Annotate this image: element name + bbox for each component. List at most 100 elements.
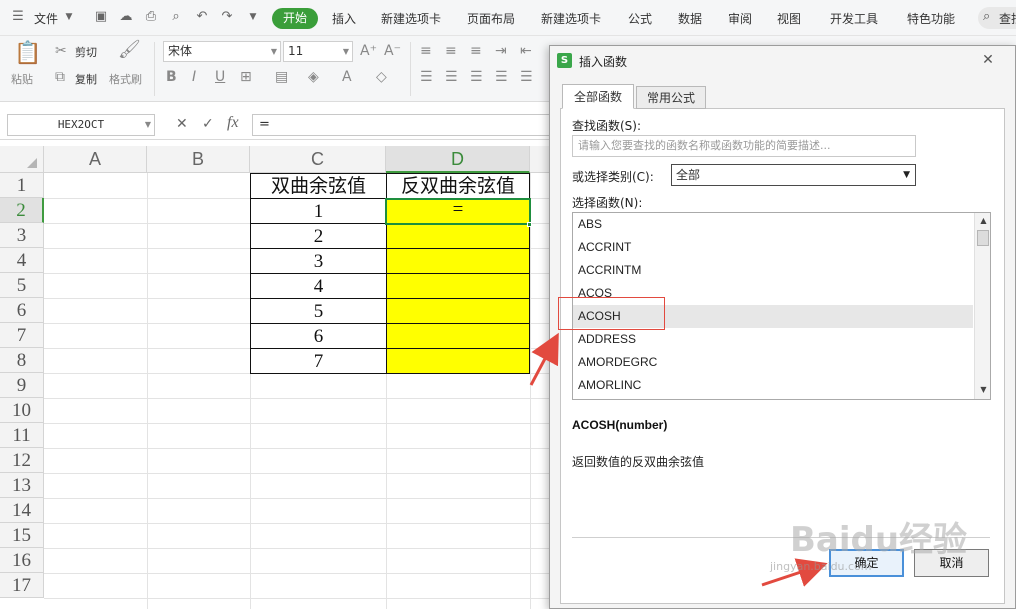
row-header[interactable]: 14: [0, 498, 44, 523]
cell-d4[interactable]: [386, 248, 530, 274]
border-icon[interactable]: ⊞: [240, 69, 252, 85]
fill-color-icon[interactable]: ◈: [308, 69, 319, 85]
font-color-icon[interactable]: A: [342, 69, 352, 85]
cell-c4[interactable]: 3: [250, 248, 387, 274]
tab-data[interactable]: 数据: [678, 10, 702, 27]
tab-new-2[interactable]: 新建选项卡: [541, 10, 601, 27]
tab-new-1[interactable]: 新建选项卡: [381, 10, 441, 27]
hamburger-menu-icon[interactable]: ☰: [10, 9, 26, 25]
row-header[interactable]: 15: [0, 523, 44, 548]
font-name-select[interactable]: 宋体 ▼: [163, 41, 281, 62]
redo-icon[interactable]: ↷: [219, 9, 235, 25]
align-left-icon[interactable]: ☰: [420, 69, 433, 85]
menu-file[interactable]: 文件: [34, 10, 58, 27]
scroll-up-icon[interactable]: ▲: [975, 216, 990, 225]
align-middle-icon[interactable]: ≡: [445, 43, 457, 59]
align-center-icon[interactable]: ☰: [445, 69, 458, 85]
cell-c7[interactable]: 6: [250, 323, 387, 349]
distribute-icon[interactable]: ☰: [520, 69, 533, 85]
row-header[interactable]: 7: [0, 323, 44, 348]
font-shrink-icon[interactable]: A⁻: [384, 43, 401, 59]
cell-d8[interactable]: [386, 348, 530, 374]
align-top-icon[interactable]: ≡: [420, 43, 432, 59]
row-header[interactable]: 17: [0, 573, 44, 598]
align-right-icon[interactable]: ☰: [470, 69, 483, 85]
print-preview-icon[interactable]: ⌕: [168, 9, 184, 25]
name-box[interactable]: HEX2OCT ▼: [7, 114, 155, 136]
row-header[interactable]: 8: [0, 348, 44, 373]
function-item-amorlinc[interactable]: AMORLINC: [573, 374, 973, 397]
cell-c1[interactable]: 双曲余弦值: [250, 173, 387, 199]
print-icon[interactable]: ⎙: [143, 9, 159, 25]
copy-icon[interactable]: ⧉: [55, 69, 65, 85]
indent-icon[interactable]: ⇥: [495, 43, 507, 59]
row-header[interactable]: 2: [0, 198, 44, 223]
cloud-icon[interactable]: ☁: [118, 9, 134, 25]
row-header[interactable]: 1: [0, 173, 44, 198]
cell-c2[interactable]: 1: [250, 198, 387, 224]
tab-page-layout[interactable]: 页面布局: [467, 10, 515, 27]
tab-review[interactable]: 审阅: [728, 10, 752, 27]
dialog-titlebar[interactable]: S 插入函数 ✕: [550, 46, 1015, 76]
tab-common-formulas[interactable]: 常用公式: [636, 86, 706, 109]
cell-d7[interactable]: [386, 323, 530, 349]
row-header[interactable]: 9: [0, 373, 44, 398]
cell-c6[interactable]: 5: [250, 298, 387, 324]
cell-d1[interactable]: 反双曲余弦值: [386, 173, 530, 199]
row-header[interactable]: 11: [0, 423, 44, 448]
save-icon[interactable]: ▣: [93, 9, 109, 25]
function-item-accrintm[interactable]: ACCRINTM: [573, 259, 973, 282]
copy-label[interactable]: 复制: [75, 71, 97, 87]
cut-label[interactable]: 剪切: [75, 44, 97, 60]
cell-c3[interactable]: 2: [250, 223, 387, 249]
cell-d6[interactable]: [386, 298, 530, 324]
function-item-address[interactable]: ADDRESS: [573, 328, 973, 351]
function-search-input[interactable]: 请输入您要查找的函数名称或函数功能的简要描述...: [572, 135, 916, 157]
format-painter-icon[interactable]: 🖌: [118, 41, 141, 59]
row-header[interactable]: 16: [0, 548, 44, 573]
outdent-icon[interactable]: ⇤: [520, 43, 532, 59]
column-header-c[interactable]: C: [250, 146, 386, 173]
formula-input[interactable]: =: [252, 114, 552, 136]
underline-icon[interactable]: U: [215, 69, 225, 85]
tab-special[interactable]: 特色功能: [907, 10, 955, 27]
row-header[interactable]: 13: [0, 473, 44, 498]
row-header[interactable]: 6: [0, 298, 44, 323]
cell-c5[interactable]: 4: [250, 273, 387, 299]
undo-icon[interactable]: ↶: [194, 9, 210, 25]
cell-c8[interactable]: 7: [250, 348, 387, 374]
tab-view[interactable]: 视图: [777, 10, 801, 27]
format-painter-label[interactable]: 格式刷: [109, 71, 142, 87]
row-header[interactable]: 3: [0, 223, 44, 248]
tab-insert[interactable]: 插入: [332, 10, 356, 27]
file-dropdown-icon[interactable]: ▼: [61, 9, 77, 25]
row-header[interactable]: 4: [0, 248, 44, 273]
cell-d3[interactable]: [386, 223, 530, 249]
fill-handle[interactable]: [527, 222, 532, 227]
italic-icon[interactable]: I: [192, 69, 196, 85]
select-all-corner[interactable]: [0, 146, 44, 173]
close-icon[interactable]: ✕: [974, 50, 1002, 70]
cancel-icon[interactable]: ✕: [176, 116, 188, 132]
clear-format-icon[interactable]: ◇: [376, 69, 387, 85]
column-header-d[interactable]: D: [386, 146, 530, 173]
row-header[interactable]: 12: [0, 448, 44, 473]
paste-label[interactable]: 粘贴: [11, 71, 33, 87]
scissors-icon[interactable]: ✂: [55, 43, 67, 59]
font-size-select[interactable]: 11 ▼: [283, 41, 353, 62]
insert-function-icon[interactable]: fx: [227, 114, 239, 132]
paste-icon[interactable]: 📋: [14, 42, 41, 66]
column-header-a[interactable]: A: [44, 146, 147, 173]
quick-access-dropdown-icon[interactable]: ▼: [245, 9, 261, 25]
tab-all-functions[interactable]: 全部函数: [562, 84, 634, 109]
confirm-icon[interactable]: ✓: [202, 116, 214, 132]
align-bottom-icon[interactable]: ≡: [470, 43, 482, 59]
search-box[interactable]: ⌕ 查找: [978, 7, 1016, 29]
function-item-accrint[interactable]: ACCRINT: [573, 236, 973, 259]
function-list-scrollbar[interactable]: ▲ ▼: [974, 213, 990, 399]
row-header[interactable]: 10: [0, 398, 44, 423]
cell-d5[interactable]: [386, 273, 530, 299]
tab-developer[interactable]: 开发工具: [830, 10, 878, 27]
bold-icon[interactable]: B: [166, 69, 177, 85]
column-header-b[interactable]: B: [147, 146, 250, 173]
